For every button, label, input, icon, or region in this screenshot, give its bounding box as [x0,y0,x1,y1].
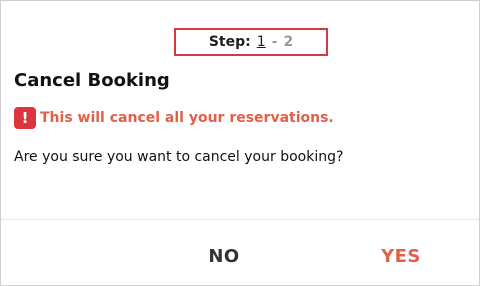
step-next: 2 [283,34,294,50]
no-button[interactable]: NO [189,239,259,273]
warning-text: This will cancel all your reservations. [40,110,334,126]
step-label: Step: [208,34,251,50]
step-separator: - [271,34,278,50]
dialog-divider [1,219,479,220]
exclamation-icon: ! [14,107,36,129]
yes-button[interactable]: YES [363,239,439,273]
warning-message: ! This will cancel all your reservations… [14,107,334,129]
step-indicator: Step: 1 - 2 [174,28,328,56]
confirmation-question: Are you sure you want to cancel your boo… [14,149,344,165]
cancel-booking-dialog: Step: 1 - 2 Cancel Booking ! This will c… [0,0,480,286]
step-current[interactable]: 1 [257,34,266,50]
dialog-title: Cancel Booking [14,70,170,91]
